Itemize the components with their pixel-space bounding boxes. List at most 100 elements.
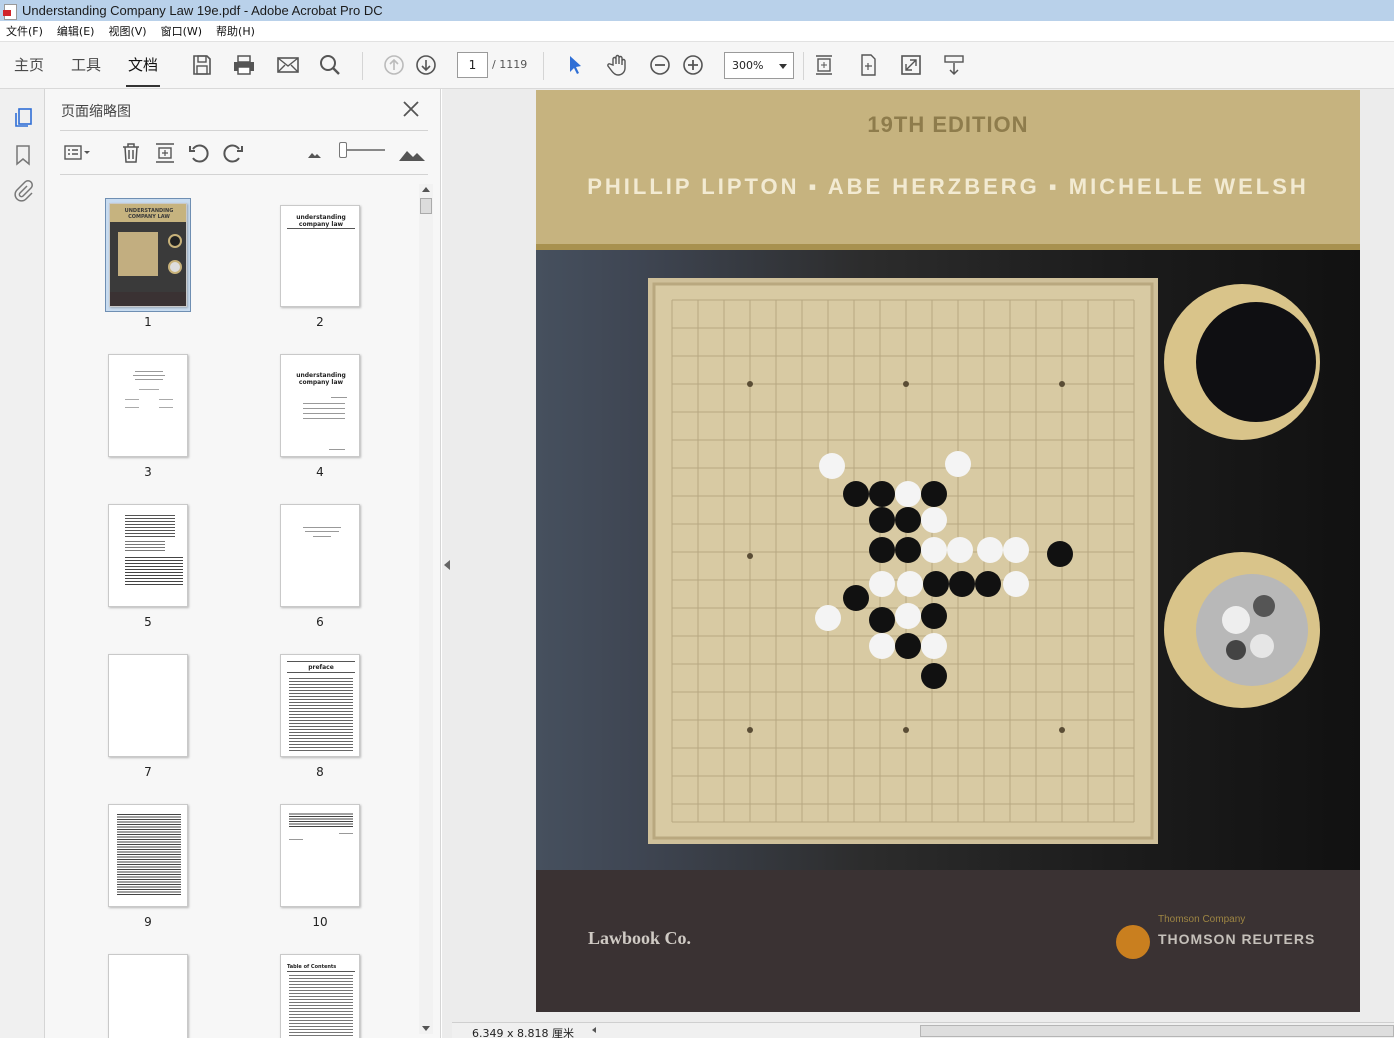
close-icon[interactable] (402, 100, 420, 118)
thumbnail-page-number: 6 (316, 615, 324, 629)
thumbnail-text-block (289, 813, 353, 827)
rotate-ccw-icon[interactable] (187, 141, 211, 165)
thumbnail-heading: preface (308, 664, 334, 671)
toolbar-separator (543, 52, 544, 80)
thumbnail-heading: understanding company law (296, 214, 346, 228)
thumbnail-scrollbar[interactable] (419, 184, 433, 1034)
zoom-in-icon[interactable] (681, 53, 705, 77)
tab-document[interactable]: 文档 (125, 54, 161, 87)
fit-width-icon[interactable] (856, 53, 880, 77)
window-title: Understanding Company Law 19e.pdf - Adob… (22, 3, 383, 18)
thumbnail-text (139, 389, 159, 390)
divider (60, 130, 428, 131)
thumbnail-page-11[interactable] (108, 954, 188, 1038)
thumbnail-page-number: 3 (144, 465, 152, 479)
print-icon[interactable] (232, 53, 256, 77)
divider (60, 174, 428, 175)
page-size-readout: 6.349 x 8.818 厘米 (472, 1027, 574, 1038)
thumbnail-bowl (168, 260, 182, 274)
scroll-up-arrow-icon[interactable] (422, 187, 430, 192)
thumbnail-page-2[interactable]: understanding company law (280, 205, 360, 307)
page-number-input[interactable]: 1 (457, 52, 488, 78)
go-board-illustration (648, 278, 1320, 844)
thumbnail-page-6[interactable] (280, 504, 360, 607)
fit-page-icon[interactable] (812, 53, 836, 77)
options-menu-icon[interactable] (63, 141, 90, 165)
thumbnail-page-9[interactable] (108, 804, 188, 907)
document-view[interactable]: 19TH EDITION PHILLIP LIPTON ▪ ABE HERZBE… (442, 89, 1394, 1038)
chevron-down-icon (779, 64, 787, 69)
page-thumbnails-icon[interactable] (11, 105, 35, 129)
horizontal-scrollbar-thumb[interactable] (920, 1025, 1394, 1037)
thumbnail-size-slider[interactable] (341, 149, 385, 151)
full-screen-icon[interactable] (899, 53, 923, 77)
title-bar: Understanding Company Law 19e.pdf - Adob… (0, 0, 1394, 21)
tab-tools[interactable]: 工具 (71, 54, 101, 75)
thumbnail-page-8[interactable]: preface (280, 654, 360, 757)
thumbnail-page-number: 7 (144, 765, 152, 779)
panel-title: 页面缩略图 (61, 104, 131, 120)
thumbnail-text (303, 403, 345, 404)
thumbnail-cover-title: UNDERSTANDING COMPANY LAW (124, 208, 174, 220)
thumbnail-page-10[interactable] (280, 804, 360, 907)
bookmark-icon[interactable] (11, 143, 35, 167)
menu-help[interactable]: 帮助(H) (216, 23, 255, 39)
acrobat-pdf-icon (3, 3, 17, 20)
zoom-out-icon[interactable] (648, 53, 672, 77)
thumbnail-page-1[interactable]: UNDERSTANDING COMPANY LAW (109, 203, 187, 307)
next-page-icon[interactable] (414, 53, 438, 77)
thumbnail-text-block (125, 541, 165, 551)
cover-edition: 19TH EDITION (867, 112, 1029, 137)
delete-icon[interactable] (119, 141, 143, 165)
scroll-left-arrow-icon[interactable] (592, 1027, 596, 1033)
tab-home[interactable]: 主页 (14, 54, 44, 75)
scroll-down-arrow-icon[interactable] (422, 1026, 430, 1031)
menu-view[interactable]: 视图(V) (108, 23, 146, 39)
rotate-cw-icon[interactable] (221, 141, 245, 165)
insert-pages-icon[interactable] (153, 141, 177, 165)
thumbnail-page-number: 8 (316, 765, 324, 779)
thumbnail-text (303, 413, 345, 414)
thumbnail-page-3[interactable] (108, 354, 188, 457)
thumbnail-go-board (118, 232, 158, 276)
thumbnail-page-number: 9 (144, 915, 152, 929)
scrollbar-thumb[interactable] (420, 198, 432, 214)
zoom-value: 300% (732, 59, 764, 72)
scroll-mode-icon[interactable] (942, 53, 966, 77)
email-icon[interactable] (276, 53, 300, 77)
thumbnail-cover-footer (110, 292, 186, 306)
zoom-select[interactable]: 300% (724, 52, 794, 79)
book-cover-page: 19TH EDITION PHILLIP LIPTON ▪ ABE HERZBE… (536, 90, 1360, 1012)
thumbnail-page-7[interactable] (108, 654, 188, 757)
thumbnail-text-block (125, 557, 183, 585)
thumbnail-page-5[interactable] (108, 504, 188, 607)
thumbnail-text (339, 833, 353, 834)
slider-handle[interactable] (339, 142, 347, 158)
thumbnail-page-4[interactable]: understanding company law (280, 354, 360, 457)
hand-tool-icon[interactable] (606, 53, 630, 77)
thumbnail-smaller-icon[interactable] (303, 141, 327, 165)
thumbnail-text (303, 408, 345, 409)
thumbnail-page-number: 5 (144, 615, 152, 629)
thumbnail-text (159, 399, 173, 400)
menu-file[interactable]: 文件(F) (6, 23, 43, 39)
save-icon[interactable] (190, 53, 214, 77)
thumbnail-text (329, 449, 345, 450)
thumbnail-text (303, 418, 345, 419)
thumbnail-page-number: 2 (316, 315, 324, 329)
thumbnail-text (313, 536, 331, 537)
cover-company-tag: Thomson Company (1158, 914, 1246, 925)
menu-window[interactable]: 窗口(W) (161, 23, 202, 39)
thumbnail-page-number: 4 (316, 465, 324, 479)
menu-edit[interactable]: 编辑(E) (57, 23, 95, 39)
toolbar-separator (803, 52, 804, 80)
previous-page-icon[interactable] (382, 53, 406, 77)
thumbnail-text (289, 839, 303, 840)
attachment-icon[interactable] (11, 179, 35, 203)
search-icon[interactable] (318, 53, 342, 77)
select-cursor-icon[interactable] (563, 53, 587, 77)
thumbnail-larger-icon[interactable] (397, 141, 425, 165)
collapse-panel-arrow-icon[interactable] (444, 560, 450, 570)
cover-authors: PHILLIP LIPTON ▪ ABE HERZBERG ▪ MICHELLE… (587, 174, 1309, 199)
thumbnail-page-12[interactable]: Table of Contents (280, 954, 360, 1038)
